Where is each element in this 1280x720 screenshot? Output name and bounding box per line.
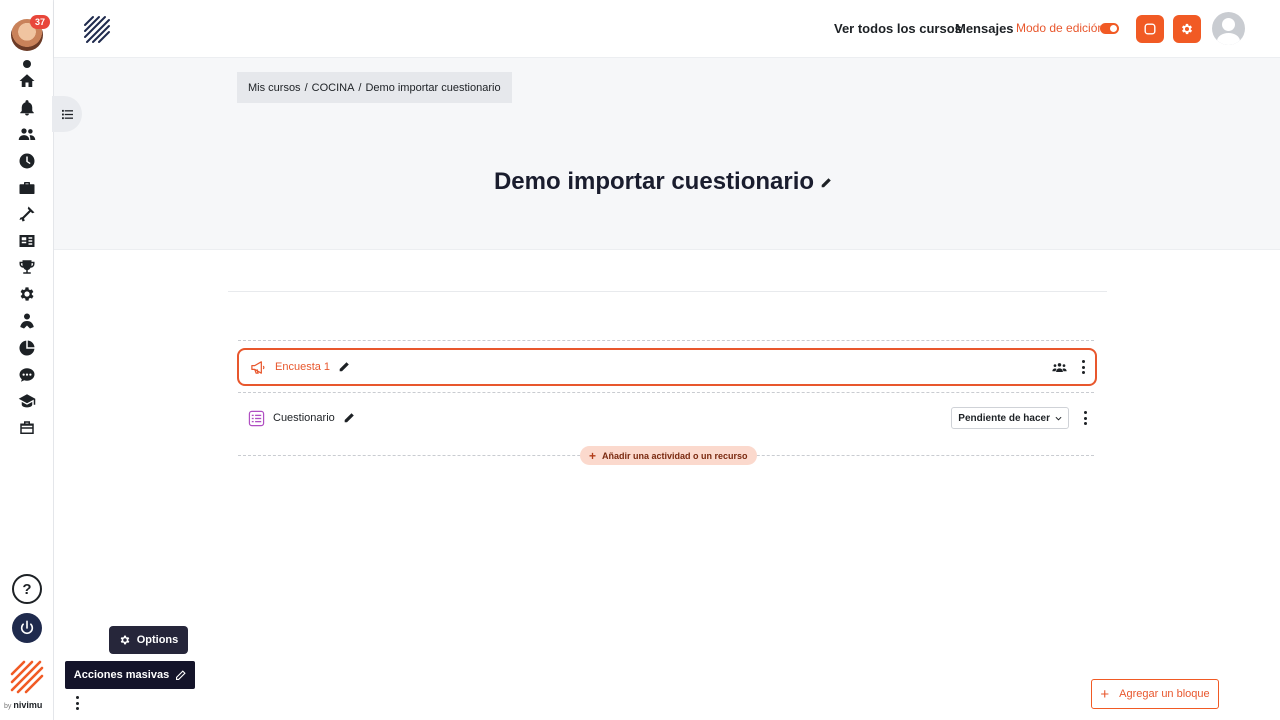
edit-title-pencil-icon[interactable] [820, 177, 832, 189]
list-icon [61, 109, 73, 119]
add-activity-button[interactable]: + Añadir una actividad o un recurso [580, 446, 757, 465]
home-icon[interactable] [17, 71, 37, 91]
quiz-icon [247, 409, 265, 427]
byline-brand: nivimu [13, 700, 43, 710]
help-button[interactable]: ? [12, 574, 42, 604]
options-button[interactable]: Options [109, 626, 188, 654]
activity-row-survey[interactable]: Encuesta 1 [237, 348, 1097, 386]
toolbox-icon[interactable] [17, 418, 37, 438]
chevron-down-icon [1055, 416, 1062, 421]
handshake-icon[interactable] [17, 311, 37, 331]
add-block-label: Agregar un bloque [1119, 688, 1210, 700]
graduation-cap-icon[interactable] [17, 391, 37, 411]
add-block-button[interactable]: + Agregar un bloque [1091, 679, 1219, 709]
completion-status-dropdown[interactable]: Pendiente de hacer [951, 407, 1069, 429]
power-icon [20, 620, 34, 635]
message-square-icon [1144, 23, 1156, 35]
page-title: Demo importar cuestionario [493, 168, 815, 195]
breadcrumb: Mis cursos / COCINA / Demo importar cues… [237, 72, 512, 103]
breadcrumb-item-course[interactable]: Demo importar cuestionario [365, 82, 500, 94]
activity-name-link[interactable]: Encuesta 1 [275, 361, 330, 373]
contact-card-icon[interactable] [17, 231, 37, 251]
drop-zone-line [238, 340, 1094, 341]
brand-logo-icon [10, 660, 44, 694]
activity-name-link[interactable]: Cuestionario [273, 412, 335, 424]
chat-icon[interactable] [17, 365, 37, 385]
pie-chart-icon[interactable] [17, 338, 37, 358]
pencil-icon [176, 669, 186, 680]
status-dot [23, 60, 31, 68]
gear-icon[interactable] [17, 284, 37, 304]
nav-messages-link[interactable]: Mensajes [955, 21, 1014, 36]
breadcrumb-item-category[interactable]: COCINA [312, 82, 355, 94]
group-mode-icon[interactable] [1052, 362, 1067, 373]
site-logo-icon[interactable] [82, 14, 112, 44]
gear-icon [1181, 23, 1193, 35]
activity-actions-menu[interactable] [1081, 360, 1085, 374]
section-divider [228, 291, 1107, 292]
gear-icon [120, 635, 130, 645]
logout-button[interactable] [12, 613, 42, 643]
settings-button[interactable] [1173, 15, 1201, 43]
bulk-actions-button[interactable]: Acciones masivas [65, 661, 195, 689]
edit-name-pencil-icon[interactable] [338, 361, 350, 373]
megaphone-icon [249, 358, 267, 376]
options-label: Options [136, 634, 179, 646]
left-rail: 37 ? by nivimu [0, 0, 54, 720]
byline-by: by [4, 703, 12, 710]
edit-name-pencil-icon[interactable] [343, 412, 355, 424]
nav-all-courses-link[interactable]: Ver todos los cursos [834, 21, 962, 36]
completion-status-value: Pendiente de hacer [958, 412, 1050, 424]
edit-mode-toggle[interactable] [1100, 23, 1119, 34]
page-title-wrapper: Demo importar cuestionario [0, 168, 1280, 196]
chat-button[interactable] [1136, 15, 1164, 43]
bell-icon[interactable] [17, 98, 37, 118]
edit-mode-label: Modo de edición [1016, 21, 1105, 35]
activity-actions-menu[interactable] [1083, 411, 1087, 425]
breadcrumb-separator: / [358, 81, 362, 94]
top-navbar: Ver todos los cursos Mensajes Modo de ed… [54, 0, 1280, 58]
breadcrumb-item-my-courses[interactable]: Mis cursos [248, 82, 301, 94]
breadcrumb-separator: / [304, 81, 308, 94]
plus-icon: + [589, 448, 597, 463]
activity-row-quiz[interactable]: Cuestionario Pendiente de hacer [237, 399, 1097, 437]
tools-icon[interactable] [17, 204, 37, 224]
users-icon[interactable] [17, 124, 37, 144]
powered-by: by nivimu [4, 700, 42, 710]
drop-zone-line [238, 392, 1094, 393]
plus-icon: + [1100, 685, 1110, 703]
bulk-actions-label: Acciones masivas [73, 669, 170, 681]
notification-count-badge: 37 [30, 15, 50, 29]
more-actions-menu[interactable] [75, 696, 79, 710]
user-menu-avatar[interactable] [1212, 12, 1245, 45]
add-activity-label: Añadir una actividad o un recurso [602, 450, 748, 461]
trophy-icon[interactable] [17, 257, 37, 277]
